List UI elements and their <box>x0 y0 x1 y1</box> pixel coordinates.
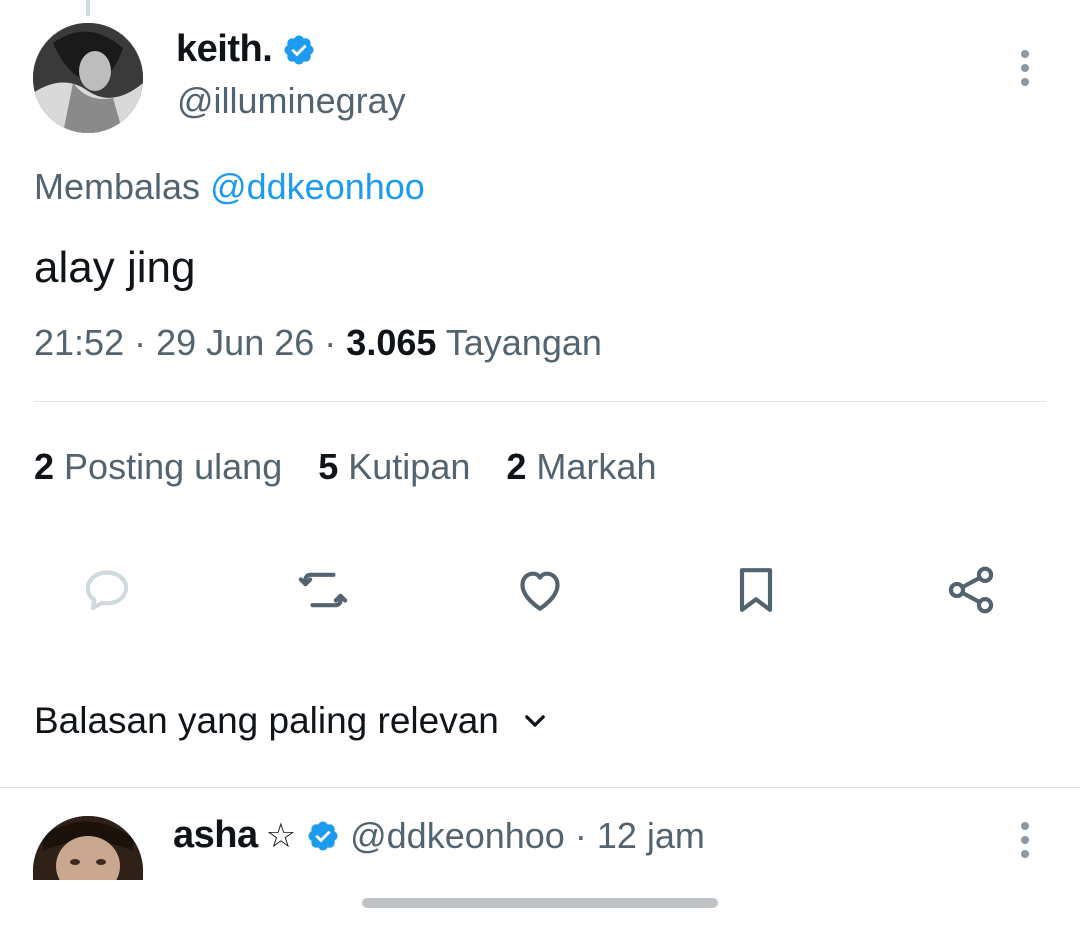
more-dot <box>1021 64 1029 72</box>
like-icon <box>520 571 560 611</box>
star-icon: ☆ <box>265 816 297 855</box>
author-name-text: keith. <box>176 28 273 70</box>
like-button[interactable] <box>512 562 568 618</box>
reposts-stat[interactable]: 2 Posting ulang <box>34 446 282 488</box>
tweet-meta: 21:52 · 29 Jun 26 · 3.065 Tayangan <box>34 322 602 364</box>
author-avatar[interactable] <box>33 23 143 133</box>
more-dot <box>1021 822 1029 830</box>
reply-author-avatar[interactable] <box>33 816 143 880</box>
bookmark-button[interactable] <box>728 562 784 618</box>
verified-badge-icon <box>284 34 314 65</box>
sort-label: Balasan yang paling relevan <box>34 700 499 741</box>
reply-button[interactable] <box>79 562 135 618</box>
replying-to: Membalas @ddkeonhoo <box>34 166 425 208</box>
more-dot <box>1021 836 1029 844</box>
reposts-count: 2 <box>34 446 55 487</box>
repost-button[interactable] <box>295 562 351 618</box>
meta-separator: · <box>324 322 337 363</box>
reply-avatar-image <box>33 816 143 880</box>
bookmarks-stat[interactable]: 2 Markah <box>506 446 656 488</box>
tweet-time[interactable]: 21:52 <box>34 322 124 363</box>
meta-separator: · <box>134 322 147 363</box>
home-indicator[interactable] <box>362 898 718 908</box>
more-dot <box>1021 50 1029 58</box>
share-button[interactable] <box>943 562 999 618</box>
quotes-count: 5 <box>318 446 339 487</box>
bookmarks-label: Markah <box>536 446 657 487</box>
more-options-icon[interactable] <box>1015 50 1035 86</box>
reply-icon <box>85 570 129 611</box>
reposts-label: Posting ulang <box>64 446 283 487</box>
reply-author-handle[interactable]: @ddkeonhoo <box>350 815 565 857</box>
more-dot <box>1021 850 1029 858</box>
divider <box>0 787 1080 788</box>
quotes-label: Kutipan <box>348 446 471 487</box>
chevron-down-icon <box>525 715 545 727</box>
repost-icon <box>298 572 348 608</box>
reply-more-options-icon[interactable] <box>1015 822 1035 858</box>
replying-prefix: Membalas <box>34 166 201 207</box>
bookmark-icon <box>739 568 773 612</box>
sort-replies-dropdown[interactable]: Balasan yang paling relevan <box>34 700 549 742</box>
share-icon <box>948 566 994 614</box>
engagement-stats: 2 Posting ulang 5 Kutipan 2 Markah <box>34 446 656 488</box>
divider <box>34 401 1046 402</box>
author-name[interactable]: keith. <box>176 28 316 71</box>
bookmarks-count: 2 <box>506 446 527 487</box>
views-label[interactable]: Tayangan <box>446 322 602 363</box>
thread-connector-line <box>86 0 90 16</box>
action-bar <box>0 562 1080 618</box>
more-dot <box>1021 78 1029 86</box>
quotes-stat[interactable]: 5 Kutipan <box>318 446 470 488</box>
author-handle[interactable]: @illuminegray <box>177 80 406 122</box>
replying-to-mention[interactable]: @ddkeonhoo <box>210 166 425 207</box>
reply-time[interactable]: 12 jam <box>597 815 705 857</box>
verified-badge-icon <box>308 820 338 851</box>
tweet-date[interactable]: 29 Jun 26 <box>156 322 314 363</box>
avatar-image <box>33 23 143 133</box>
reply-separator: · <box>574 814 587 856</box>
reply-author-name[interactable]: asha <box>173 814 258 857</box>
tweet-text: alay jing <box>34 243 196 292</box>
views-count[interactable]: 3.065 <box>346 322 436 363</box>
reply-header: asha ☆ @ddkeonhoo · 12 jam <box>173 814 705 857</box>
